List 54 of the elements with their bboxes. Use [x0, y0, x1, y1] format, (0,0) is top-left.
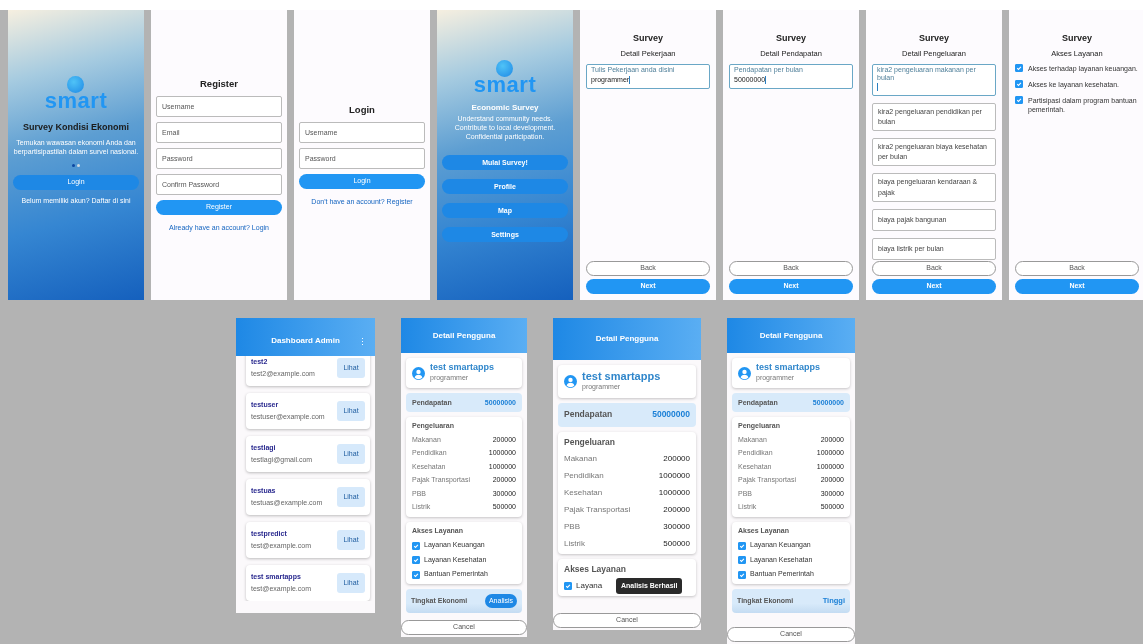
checkbox[interactable]: [1015, 63, 1023, 72]
expense-label: Pendidikan: [564, 470, 604, 483]
screen-title: Register: [199, 76, 239, 91]
screen-title: Survey: [1061, 32, 1093, 45]
header-title: Detail Pengguna: [759, 329, 823, 342]
income-label: Pendapatan: [564, 408, 613, 421]
expense-label: Kesehatan: [564, 487, 603, 500]
checkbox[interactable]: [564, 582, 572, 591]
header-title: Detail Pengguna: [595, 333, 659, 345]
expense-label: Pajak Transportasi: [564, 504, 631, 517]
checkbox[interactable]: [1015, 79, 1023, 88]
avatar-icon: [412, 366, 425, 380]
header-title: Detail Pengguna: [432, 329, 496, 342]
income-value: 50000000: [652, 408, 690, 421]
user-name: test smartapps: [430, 363, 495, 373]
text-cursor-icon: [877, 83, 878, 92]
expense-label: Makanan: [564, 453, 597, 466]
screen-title: Survey: [632, 32, 664, 45]
expense-value: 500000: [663, 538, 690, 551]
header-title: Dashboard Admin: [271, 335, 340, 347]
checkbox[interactable]: [1015, 95, 1023, 104]
user-name: test smartapps: [582, 370, 661, 383]
text-cursor-icon: [765, 76, 767, 85]
card-title: Pengeluaran: [564, 435, 617, 449]
expense-value: 1000000: [658, 487, 690, 500]
screen-title: Survey: [918, 32, 950, 45]
screen-title: Survey: [775, 32, 807, 45]
user-name: test smartapps: [756, 363, 821, 373]
checkbox[interactable]: [738, 541, 746, 550]
logo-dot-icon: [496, 60, 514, 77]
text-cursor-icon: [629, 76, 631, 85]
page-dot[interactable]: [77, 163, 80, 167]
expense-label: PBB: [564, 521, 580, 534]
card-title: Akses Layanan: [564, 563, 627, 577]
screen-title: Economic Survey: [471, 102, 539, 114]
avatar-icon: [738, 366, 751, 380]
checkbox[interactable]: [412, 556, 420, 565]
checkbox[interactable]: [412, 570, 420, 579]
expense-label: Listrik: [564, 538, 585, 551]
checkbox[interactable]: [738, 570, 746, 579]
logo-text: smart: [44, 88, 108, 113]
expense-value: 200000: [663, 504, 690, 517]
checkbox[interactable]: [412, 541, 420, 550]
checkbox-label: Layana: [576, 580, 603, 593]
expense-value: 300000: [663, 521, 690, 534]
screen-title: Survey Kondisi Ekonomi: [23, 121, 129, 134]
logo-text: smart: [473, 72, 537, 97]
checkbox[interactable]: [738, 556, 746, 565]
avatar-icon: [564, 374, 577, 388]
expense-value: 200000: [663, 453, 690, 466]
page-dot[interactable]: [72, 163, 75, 167]
logo-dot-icon: [67, 76, 85, 93]
screen-title: Login: [348, 102, 376, 117]
expense-value: 1000000: [658, 470, 690, 483]
